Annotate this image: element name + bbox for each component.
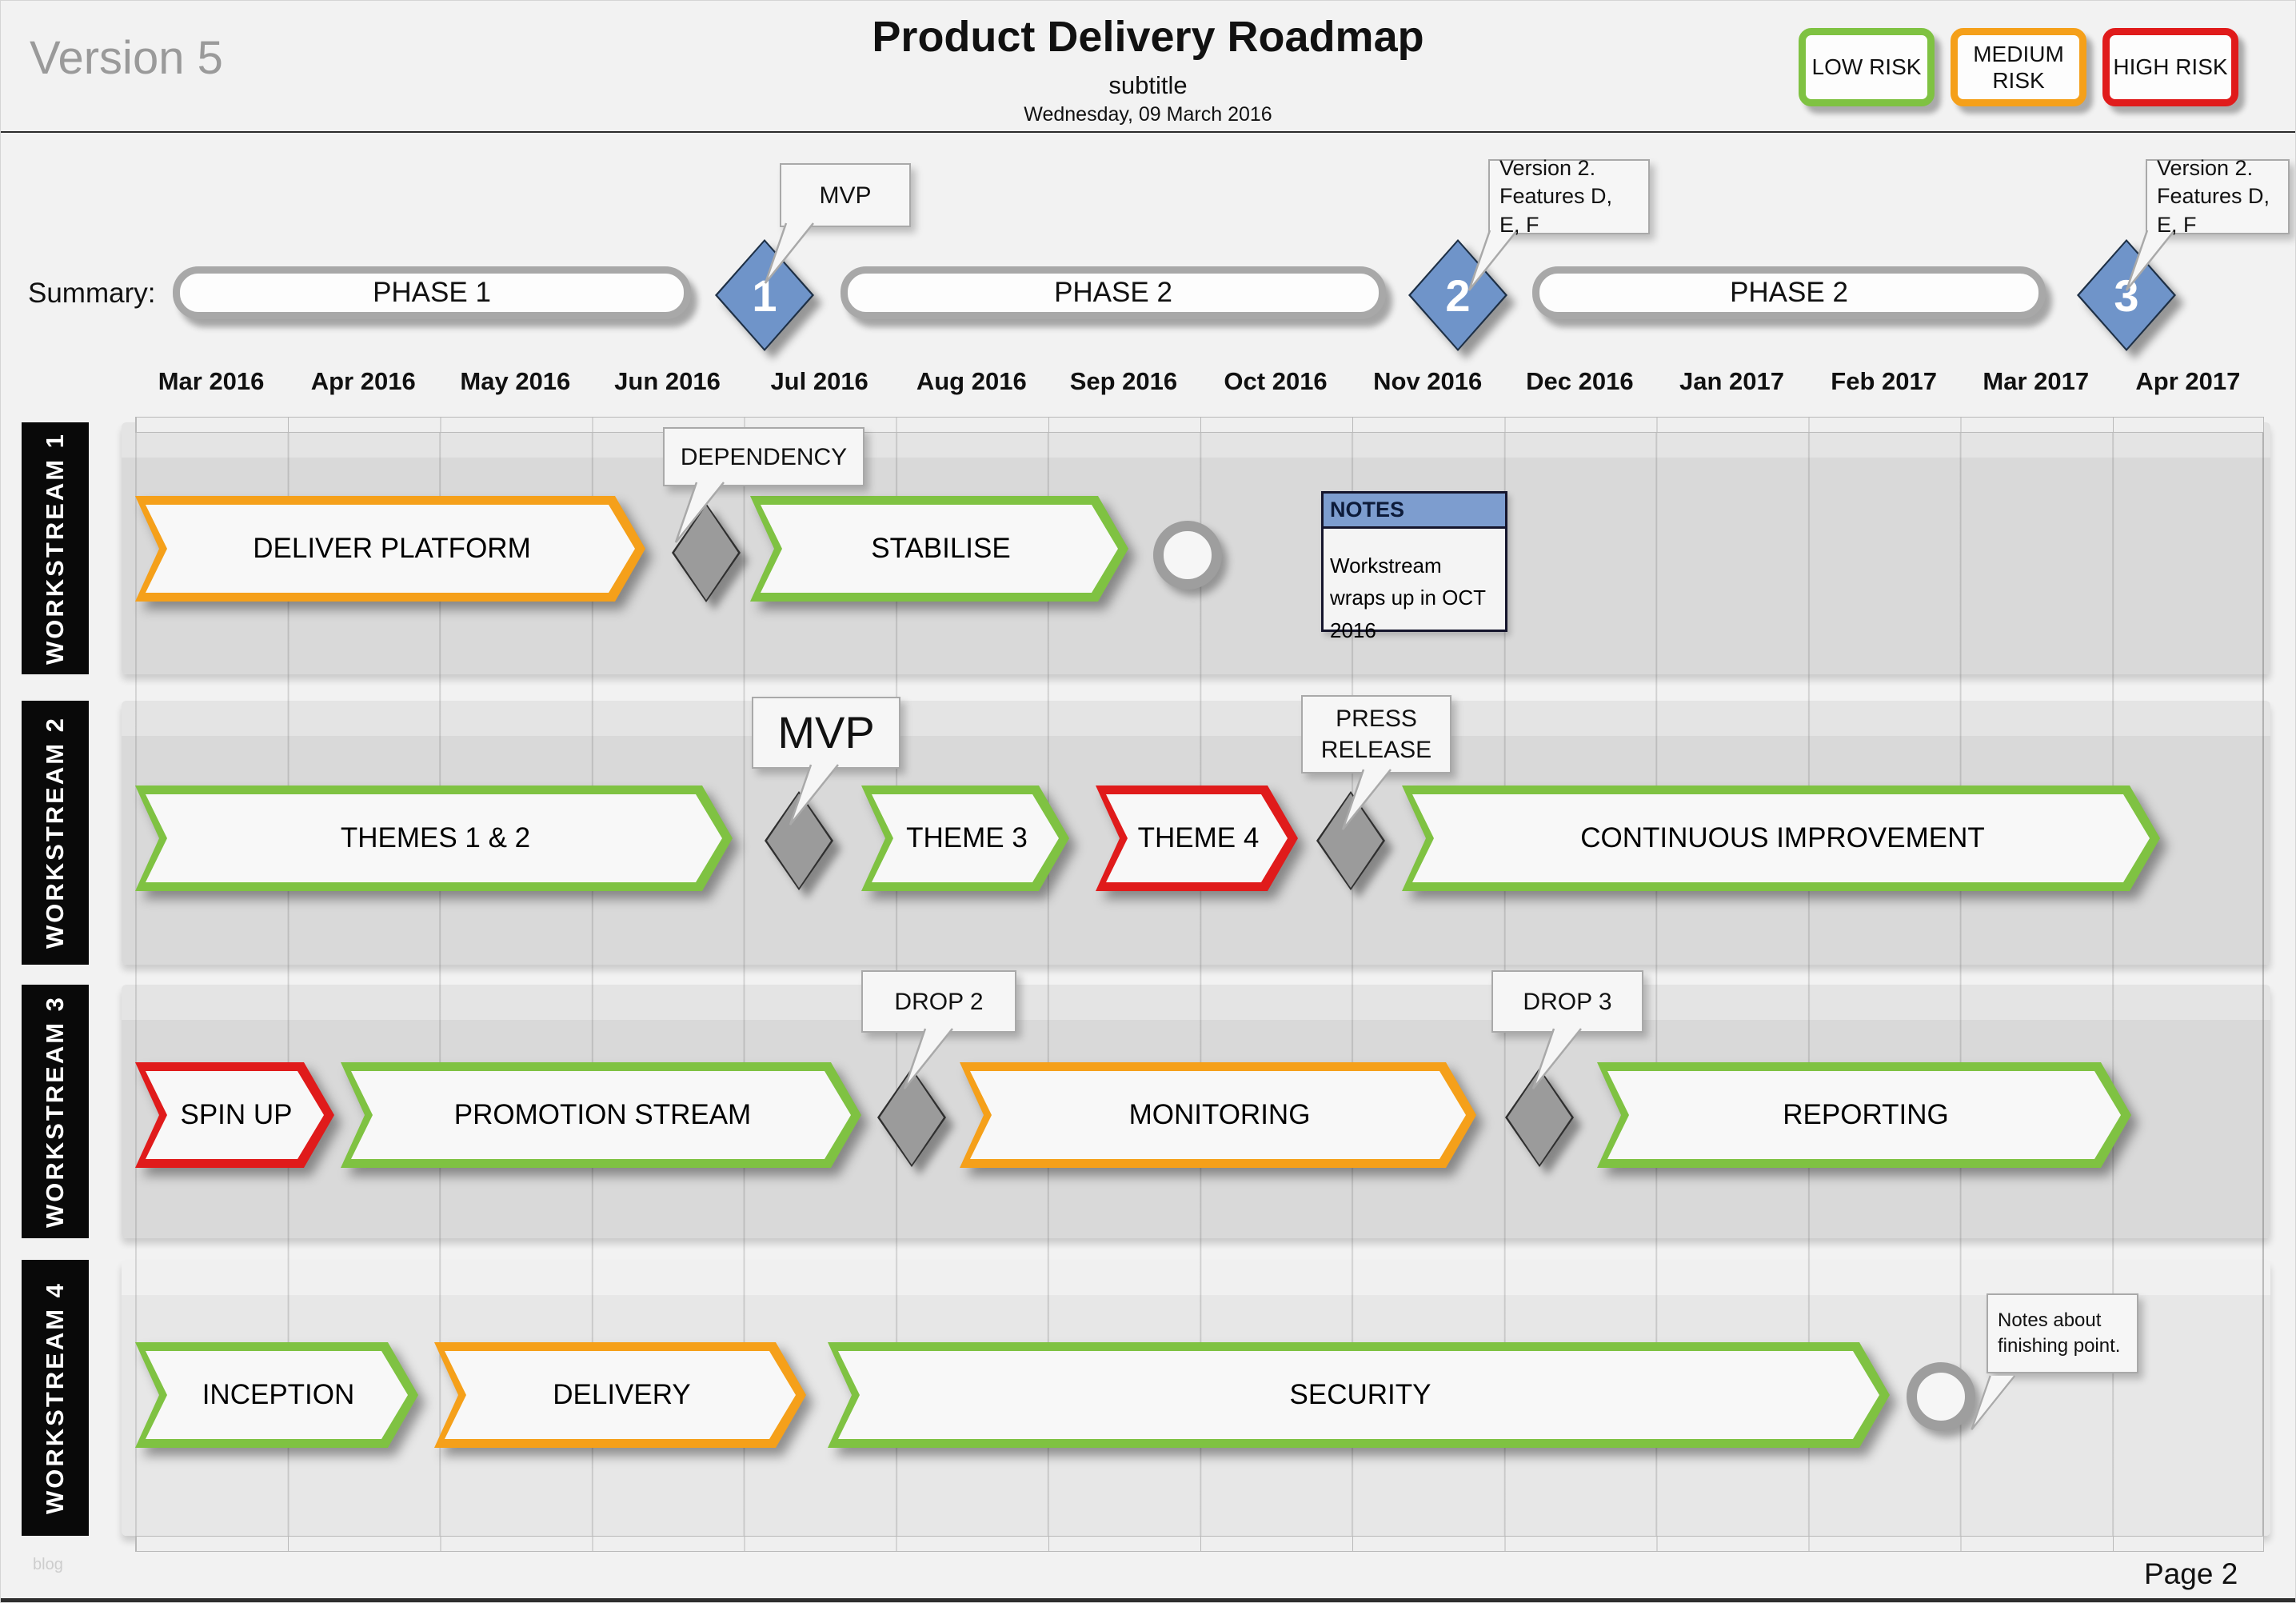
task-bar-theme-3: THEME 3 — [861, 786, 1069, 891]
phase-bar-3: PHASE 2 — [1532, 266, 2046, 319]
callout-tail — [2125, 230, 2181, 292]
workstream-4-label: WORKSTREAM 4 — [22, 1260, 89, 1536]
task-bar-spin-up: SPIN UP — [135, 1062, 334, 1168]
task-bar-promotion-stream: PROMOTION STREAM — [341, 1062, 861, 1168]
task-bar-monitoring: MONITORING — [960, 1062, 1476, 1168]
callout-tail — [674, 482, 730, 544]
workstream-1-label: WORKSTREAM 1 — [22, 422, 89, 674]
notes-box: NOTES Workstream wraps up in OCT 2016 — [1321, 491, 1507, 632]
callout-tail — [1967, 1375, 2023, 1431]
version-label: Version 5 — [30, 31, 223, 85]
callout-dependency: DEPENDENCY — [663, 427, 864, 486]
summary-label: Summary: — [28, 278, 155, 310]
legend-high-risk: HIGH RISK — [2102, 28, 2238, 106]
callout-tail — [1467, 230, 1523, 292]
page-subtitle: subtitle — [1108, 71, 1187, 100]
callout-tail — [764, 222, 820, 285]
callout-tail — [903, 1028, 959, 1090]
watermark: blog — [33, 1556, 63, 1574]
callout-tail — [1531, 1028, 1587, 1090]
end-marker-circle-ws4 — [1907, 1362, 1975, 1431]
header-divider — [1, 131, 2296, 133]
page-number: Page 2 — [2144, 1557, 2238, 1591]
timeline-month-axis: Mar 2016Apr 2016 May 2016Jun 2016 Jul 20… — [135, 367, 2264, 396]
legend-low-risk: LOW RISK — [1799, 28, 1935, 106]
grid-ruler-top — [135, 417, 2264, 433]
callout-tail — [1341, 769, 1397, 831]
task-bar-security: SECURITY — [828, 1342, 1890, 1448]
grid-ruler-bottom — [135, 1536, 2264, 1552]
workstream-3-label: WORKSTREAM 3 — [22, 985, 89, 1238]
phase-bar-2: PHASE 2 — [841, 266, 1386, 319]
task-bar-themes-1-2: THEMES 1 & 2 — [135, 786, 733, 891]
callout-version2-b: Version 2. Features D, E, F — [2146, 159, 2290, 234]
workstream-2-label: WORKSTREAM 2 — [22, 701, 89, 965]
task-bar-stabilise: STABILISE — [750, 496, 1128, 602]
callout-drop-2: DROP 2 — [861, 970, 1016, 1033]
task-bar-reporting: REPORTING — [1597, 1062, 2131, 1168]
notes-body: Workstream wraps up in OCT 2016 — [1324, 529, 1505, 646]
callout-version2-a: Version 2. Features D, E, F — [1488, 159, 1650, 234]
page-title: Product Delivery Roadmap — [872, 12, 1424, 62]
callout-tail — [789, 764, 845, 826]
callout-drop-3: DROP 3 — [1491, 970, 1643, 1033]
task-bar-continuous-improvement: CONTINUOUS IMPROVEMENT — [1402, 786, 2160, 891]
task-bar-inception: INCEPTION — [135, 1342, 418, 1448]
legend-medium-risk: MEDIUM RISK — [1951, 28, 2086, 106]
callout-finishing-note: Notes about finishing point. — [1987, 1293, 2138, 1373]
notes-title: NOTES — [1324, 494, 1505, 529]
roadmap-slide: Version 5 Product Delivery Roadmap subti… — [0, 0, 2296, 1603]
phase-bar-1: PHASE 1 — [173, 266, 691, 319]
task-bar-theme-4: THEME 4 — [1096, 786, 1298, 891]
task-bar-delivery: DELIVERY — [434, 1342, 806, 1448]
page-date: Wednesday, 09 March 2016 — [1024, 103, 1272, 126]
end-marker-circle-ws1 — [1153, 521, 1222, 590]
task-bar-deliver-platform: DELIVER PLATFORM — [135, 496, 645, 602]
callout-mvp-summary: MVP — [780, 163, 911, 227]
bottom-edge-bar — [1, 1598, 2296, 1603]
callout-mvp-ws2: MVP — [752, 697, 900, 769]
callout-press-release: PRESS RELEASE — [1301, 695, 1451, 774]
